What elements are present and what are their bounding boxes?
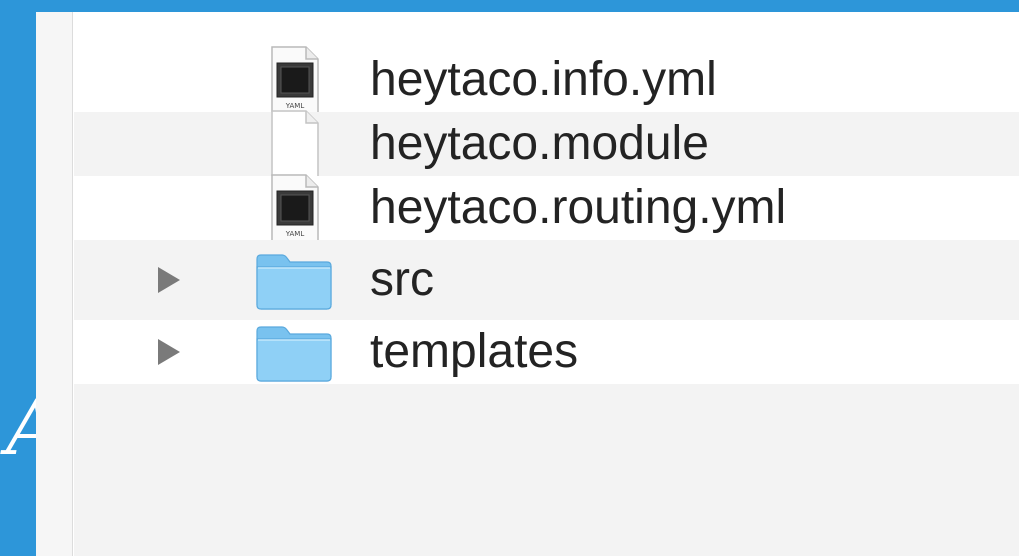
list-item-heytaco-routing-yml[interactable]: YAML heytaco.routing.yml bbox=[74, 174, 1019, 242]
disclosure-triangle-icon[interactable] bbox=[158, 267, 180, 293]
list-item-heytaco-module[interactable]: heytaco.module bbox=[74, 110, 1019, 178]
list-item-src-folder[interactable]: src bbox=[74, 240, 1019, 320]
folder-name: src bbox=[370, 253, 434, 306]
file-name: heytaco.module bbox=[370, 117, 709, 170]
folder-name: templates bbox=[370, 325, 579, 378]
list-item-heytaco-info-yml[interactable]: YAML heytaco.info.yml bbox=[74, 46, 1019, 114]
folder-icon bbox=[256, 254, 332, 310]
list-item-templates-folder[interactable]: templates bbox=[74, 320, 1019, 384]
disclosure-triangle-icon[interactable] bbox=[158, 339, 180, 365]
blank-document-icon bbox=[271, 110, 319, 178]
yaml-file-icon: YAML bbox=[271, 46, 319, 114]
folder-icon bbox=[256, 326, 332, 382]
yaml-badge-text: YAML bbox=[285, 230, 305, 238]
empty-list-area bbox=[74, 384, 1019, 556]
file-name: heytaco.routing.yml bbox=[370, 181, 787, 234]
finder-file-list: YAML heytaco.info.yml heytaco.module YAM… bbox=[36, 12, 1019, 556]
yaml-file-icon: YAML bbox=[271, 174, 319, 242]
window-left-edge bbox=[36, 12, 73, 556]
file-name: heytaco.info.yml bbox=[370, 53, 717, 106]
